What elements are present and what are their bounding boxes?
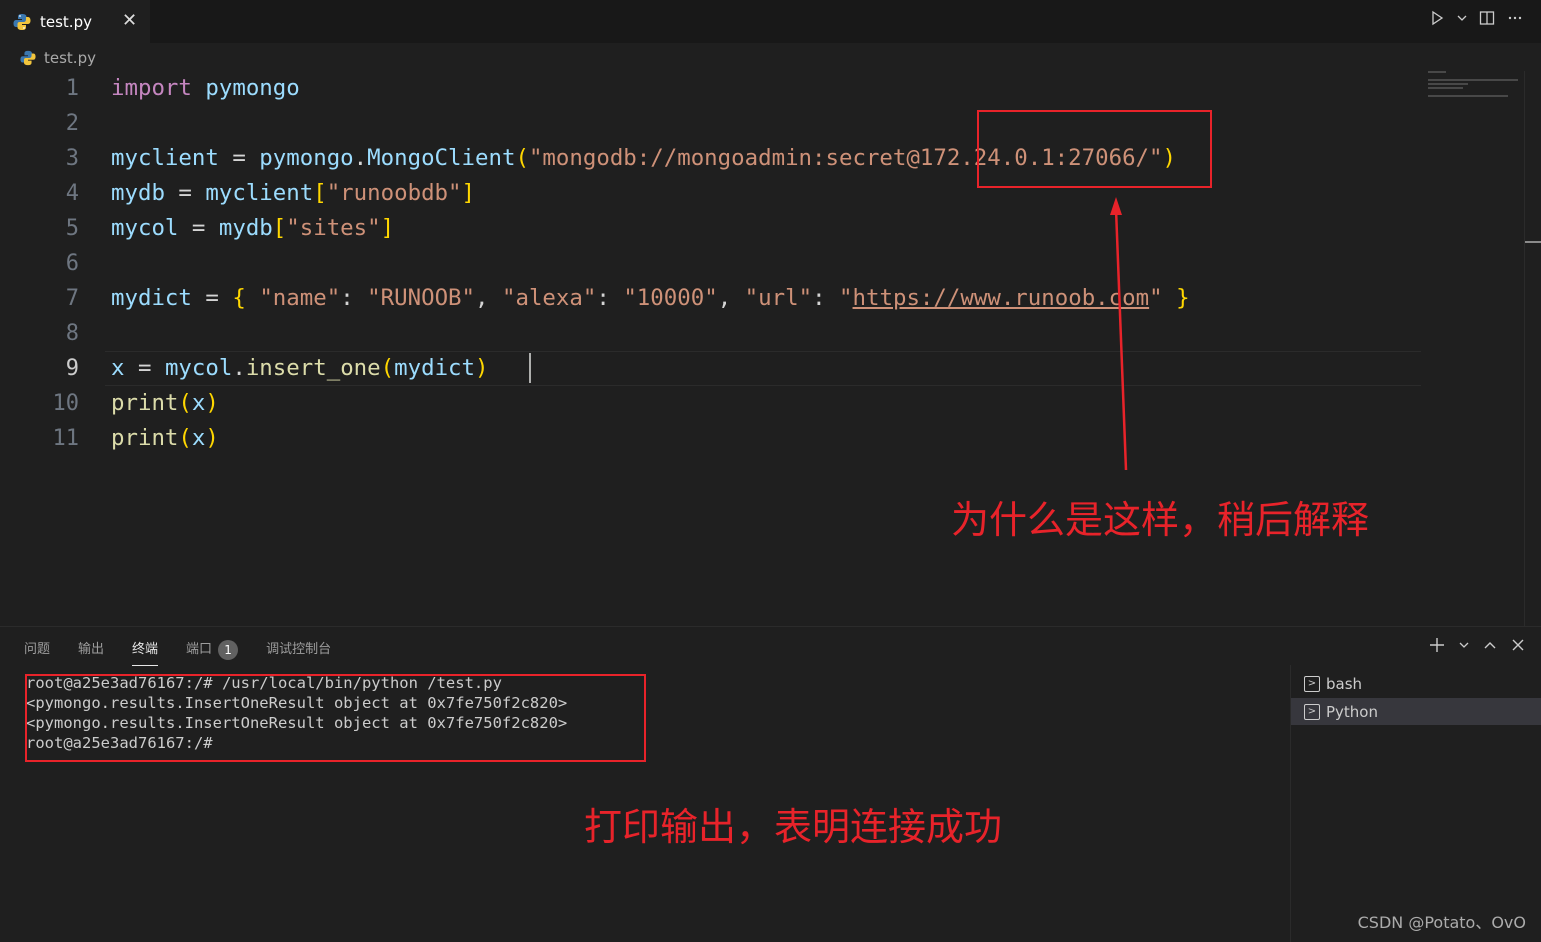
breadcrumb-file[interactable]: test.py: [44, 49, 96, 67]
code-line-6[interactable]: 6: [0, 246, 1420, 281]
panel-actions: [1429, 637, 1525, 653]
close-panel-icon[interactable]: [1511, 638, 1525, 652]
line-number: 1: [65, 76, 79, 101]
line-number: 6: [65, 251, 79, 276]
minimap[interactable]: [1428, 71, 1524, 101]
editor-scrollbar[interactable]: [1524, 71, 1541, 626]
tab-ports[interactable]: 端口 1: [186, 638, 239, 666]
code-text: import pymongo: [111, 75, 300, 101]
terminal-item-label: Python: [1326, 702, 1378, 721]
ports-count-badge: 1: [218, 639, 239, 660]
run-icon[interactable]: [1429, 10, 1445, 26]
code-line-9[interactable]: 9 x = mycol.insert_one(mydict): [0, 351, 1420, 386]
terminal-icon: >: [1304, 675, 1320, 692]
add-terminal-icon[interactable]: [1429, 637, 1445, 653]
code-line-7[interactable]: 7 mydict = { "name": "RUNOOB", "alexa": …: [0, 281, 1420, 316]
code-text: print(x): [111, 425, 219, 451]
code-text: mycol = mydb["sites"]: [111, 215, 395, 241]
split-editor-icon[interactable]: [1479, 10, 1495, 26]
terminal-item-python[interactable]: > Python: [1291, 698, 1541, 725]
line-number: 9: [65, 356, 79, 381]
watermark: CSDN @Potato、OvO: [1357, 913, 1526, 932]
chevron-down-icon[interactable]: [1457, 13, 1467, 23]
tab-problems[interactable]: 问题: [24, 638, 50, 666]
annotation-terminal-note: 打印输出，表明连接成功: [584, 805, 1003, 849]
terminal-list: > bash > Python: [1290, 665, 1541, 942]
editor-actions: [1429, 10, 1523, 26]
tab-test-py[interactable]: test.py ✕: [0, 0, 150, 44]
annotation-editor-note: 为什么是这样，稍后解释: [951, 498, 1370, 542]
tab-label: test.py: [40, 13, 92, 31]
line-number: 10: [52, 391, 80, 416]
code-text: mydb = myclient["runoobdb"]: [111, 180, 475, 206]
line-number: 8: [65, 321, 79, 346]
code-line-5[interactable]: 5 mycol = mydb["sites"]: [0, 211, 1420, 246]
code-text: x = mycol.insert_one(mydict): [111, 355, 489, 381]
terminal-icon: >: [1304, 703, 1320, 720]
tab-debug-console[interactable]: 调试控制台: [266, 638, 331, 666]
annotation-arrow: [1110, 197, 1128, 471]
breadcrumb[interactable]: test.py: [20, 47, 96, 69]
scrollbar-marker: [1525, 241, 1541, 243]
line-number: 11: [52, 426, 80, 451]
chevron-up-icon[interactable]: [1483, 638, 1497, 652]
code-text: mydict = { "name": "RUNOOB", "alexa": "1…: [111, 285, 1190, 311]
chevron-down-icon[interactable]: [1459, 640, 1469, 650]
line-number: 5: [65, 216, 79, 241]
code-line-1[interactable]: 1 import pymongo: [0, 71, 1420, 106]
panel-tabs: 问题 输出 终端 端口 1 调试控制台: [24, 638, 359, 666]
annotation-box-ip: [977, 110, 1212, 188]
code-line-11[interactable]: 11 print(x): [0, 421, 1420, 456]
code-line-10[interactable]: 10 print(x): [0, 386, 1420, 421]
tab-bar: test.py ✕: [0, 0, 1541, 44]
code-line-8[interactable]: 8: [0, 316, 1420, 351]
terminal-item-label: bash: [1326, 674, 1363, 693]
python-file-icon: [13, 14, 31, 30]
line-number: 3: [65, 146, 79, 171]
tab-terminal[interactable]: 终端: [132, 638, 159, 666]
line-number: 7: [65, 286, 79, 311]
code-text: print(x): [111, 390, 219, 416]
tab-output[interactable]: 输出: [78, 638, 104, 666]
close-icon[interactable]: ✕: [122, 10, 137, 31]
bottom-panel: 问题 输出 终端 端口 1 调试控制台 root@a25e3ad76167:/# …: [0, 626, 1541, 942]
line-number: 2: [65, 111, 79, 136]
tab-ports-label: 端口: [186, 642, 213, 657]
line-number: 4: [65, 181, 79, 206]
more-actions-icon[interactable]: [1507, 10, 1523, 26]
annotation-box-terminal: [25, 674, 646, 762]
terminal-item-bash[interactable]: > bash: [1291, 670, 1541, 697]
python-file-icon: [20, 50, 36, 66]
